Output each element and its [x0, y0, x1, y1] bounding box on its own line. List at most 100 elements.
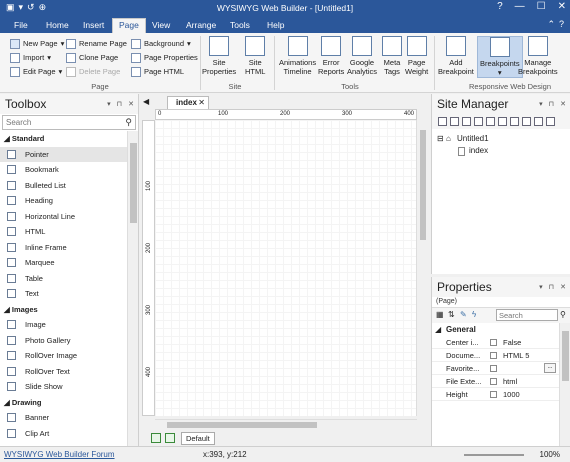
panel-menu-icon[interactable]: ▾ — [539, 283, 543, 291]
tab-insert[interactable]: Insert — [77, 19, 110, 31]
property-row[interactable]: Center i... False — [432, 336, 570, 349]
collapse-icon[interactable]: ⊟ — [437, 134, 444, 143]
close-icon[interactable]: ✕ — [128, 100, 134, 108]
toolbox-category-images[interactable]: ◢ Images — [0, 302, 127, 318]
copy-icon[interactable] — [462, 117, 471, 126]
toolbox-search-input[interactable]: Search ⚲ — [2, 115, 136, 130]
toolbox-category-standard[interactable]: ◢ Standard — [0, 131, 127, 147]
delete-icon[interactable] — [534, 117, 543, 126]
editor-horizontal-scrollbar[interactable] — [155, 419, 417, 429]
minimize-button[interactable]: — — [515, 1, 525, 12]
property-row[interactable]: Favorite...... — [432, 362, 570, 375]
new-page-icon[interactable] — [438, 117, 447, 126]
import-button[interactable]: Import ▾ — [10, 51, 51, 64]
properties-search-input[interactable]: Search — [496, 309, 558, 321]
editor-vertical-scrollbar[interactable] — [418, 120, 428, 416]
page-canvas[interactable] — [155, 120, 417, 416]
events-icon[interactable]: ϟ — [472, 310, 476, 319]
toolbox-item-photo-gallery[interactable]: Photo Gallery — [0, 333, 127, 349]
doc-tab-index[interactable]: index ✕ — [167, 96, 209, 109]
add-breakpoint-button[interactable]: Add Breakpoint — [438, 36, 474, 76]
site-html-button[interactable]: Site HTML — [245, 36, 265, 76]
breakpoint-default-tab[interactable]: Default — [181, 432, 215, 445]
help-button[interactable]: ? — [497, 1, 503, 12]
pin-icon[interactable]: ⊓ — [549, 100, 554, 108]
toolbox-item-rollover-text[interactable]: RollOver Text — [0, 364, 127, 380]
google-analytics-button[interactable]: Google Analytics — [347, 36, 377, 76]
toolbox-item-html[interactable]: HTML — [0, 224, 127, 240]
maximize-button[interactable]: ☐ — [537, 1, 546, 12]
property-group-general[interactable]: ◢ General — [432, 323, 570, 336]
manage-breakpoints-button[interactable]: Manage Breakpoints — [518, 36, 558, 76]
meta-tags-button[interactable]: Meta Tags — [382, 36, 402, 76]
tab-file[interactable]: File — [8, 19, 34, 31]
tab-home[interactable]: Home — [40, 19, 75, 31]
tab-scroll-left-icon[interactable]: ◀ — [143, 97, 149, 106]
toolbox-item-bulleted-list[interactable]: Bulleted List — [0, 178, 127, 194]
close-button[interactable]: ✕ — [558, 1, 566, 12]
background-button[interactable]: Background ▾ — [131, 37, 191, 50]
edit-icon[interactable] — [510, 117, 519, 126]
object-selector[interactable]: (Page) — [432, 297, 570, 308]
toolbox-item-banner[interactable]: Banner — [0, 410, 127, 426]
properties-scrollbar[interactable] — [559, 323, 570, 446]
toolbox-item-inline-frame[interactable]: Inline Frame — [0, 240, 127, 256]
page-icon[interactable] — [450, 117, 459, 126]
folder-open-icon[interactable] — [498, 117, 507, 126]
toolbox-scrollbar[interactable] — [127, 131, 138, 446]
tab-arrange[interactable]: Arrange — [180, 19, 222, 31]
settings-icon[interactable] — [546, 117, 555, 126]
tree-page-index[interactable]: index — [437, 146, 489, 158]
breakpoints-button[interactable]: Breakpoints ▾ — [477, 36, 523, 78]
clone-page-button[interactable]: Clone Page — [66, 51, 118, 64]
pin-icon[interactable]: ⊓ — [549, 283, 554, 291]
properties-icon[interactable] — [522, 117, 531, 126]
error-reports-button[interactable]: Error Reports — [318, 36, 344, 76]
close-tab-icon[interactable]: ✕ — [198, 98, 205, 107]
delete-page-button[interactable]: Delete Page — [66, 65, 120, 78]
ribbon-collapse-icon[interactable]: ⌃ — [547, 19, 555, 30]
zoom-slider[interactable] — [464, 454, 524, 456]
page-view-icon[interactable] — [165, 433, 175, 443]
rename-page-button[interactable]: Rename Page — [66, 37, 127, 50]
panel-menu-icon[interactable]: ▾ — [107, 100, 111, 108]
categorized-icon[interactable]: ▦ — [436, 310, 444, 319]
desktop-view-icon[interactable] — [151, 433, 161, 443]
page-html-button[interactable]: Page HTML — [131, 65, 184, 78]
toolbox-item-pointer[interactable]: Pointer — [0, 146, 127, 162]
property-row[interactable]: Height 1000 — [432, 388, 570, 401]
tab-help[interactable]: Help — [261, 19, 290, 31]
toolbox-item-table[interactable]: Table — [0, 271, 127, 287]
animations-timeline-button[interactable]: Animations Timeline — [279, 36, 316, 76]
toolbox-item-horizontal-line[interactable]: Horizontal Line — [0, 209, 127, 225]
tree-root[interactable]: ⊟ ⌂ Untitled1 — [437, 134, 489, 146]
new-page-button[interactable]: New Page ▾ — [10, 37, 64, 50]
search-icon[interactable]: ⚲ — [125, 117, 132, 128]
tab-page[interactable]: Page — [112, 18, 146, 33]
edit-page-button[interactable]: Edit Page ▾ — [10, 65, 62, 78]
page-weight-button[interactable]: Page Weight — [405, 36, 428, 76]
browse-button[interactable]: ... — [544, 363, 556, 373]
sort-icon[interactable]: ⇅ — [448, 310, 455, 319]
toolbox-item-bookmark[interactable]: Bookmark — [0, 162, 127, 178]
close-icon[interactable]: ✕ — [560, 283, 566, 291]
panel-menu-icon[interactable]: ▾ — [539, 100, 543, 108]
help-icon[interactable]: ? — [559, 19, 564, 30]
toolbox-item-text[interactable]: Text — [0, 286, 127, 302]
tab-tools[interactable]: Tools — [224, 19, 256, 31]
toolbox-item-marquee[interactable]: Marquee — [0, 255, 127, 271]
collapse-icon[interactable]: ◢ — [435, 325, 441, 334]
toolbox-item-clip-art[interactable]: Clip Art — [0, 426, 127, 442]
forum-link[interactable]: WYSIWYG Web Builder Forum — [4, 450, 115, 459]
pin-icon[interactable]: ⊓ — [117, 100, 122, 108]
tab-view[interactable]: View — [146, 19, 176, 31]
site-properties-button[interactable]: Site Properties — [202, 36, 236, 76]
property-row[interactable]: Docume... HTML 5 — [432, 349, 570, 362]
page-properties-button[interactable]: Page Properties — [131, 51, 198, 64]
toolbox-item-image[interactable]: Image — [0, 317, 127, 333]
toolbox-category-drawing[interactable]: ◢ Drawing — [0, 395, 127, 411]
wrench-icon[interactable]: ✎ — [460, 310, 467, 319]
search-icon[interactable]: ⚲ — [560, 310, 566, 319]
close-icon[interactable]: ✕ — [560, 100, 566, 108]
toolbox-item-slide-show[interactable]: Slide Show — [0, 379, 127, 395]
